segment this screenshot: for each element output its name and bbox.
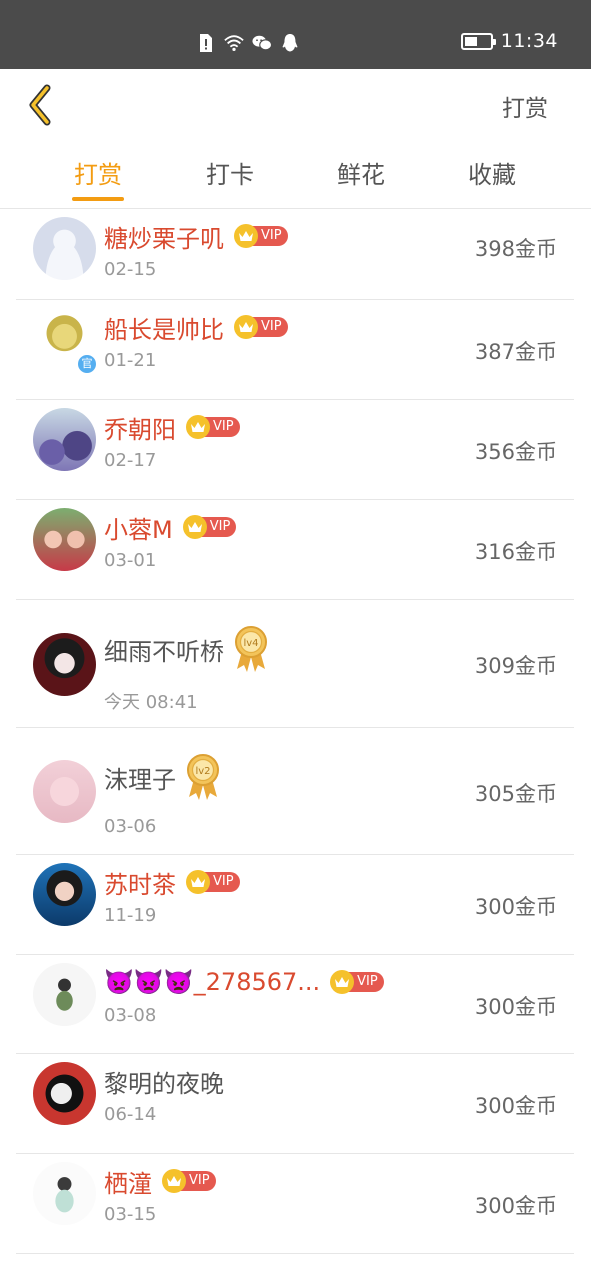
list-item[interactable]: 苏时茶 VIP 11-19 300金币 [16, 855, 574, 955]
user-name[interactable]: 糖炒栗子叽 [104, 219, 224, 254]
user-name[interactable]: 👿👿👿_278567... [104, 968, 320, 996]
status-right: 11:34 [460, 30, 558, 52]
reward-date: 03-08 [104, 1005, 157, 1026]
user-name[interactable]: 船长是帅比 [104, 310, 224, 345]
svg-text:lv4: lv4 [243, 638, 258, 649]
tab-2[interactable]: 鲜花 [311, 155, 411, 190]
crown-icon [330, 970, 355, 994]
list-item[interactable]: 小蓉M VIP 03-01 316金币 [16, 500, 574, 600]
reward-amount: 300金币 [474, 994, 557, 1019]
vip-badge: VIP [234, 224, 288, 248]
status-bar: 11:34 [0, 0, 591, 69]
vip-badge: VIP [182, 515, 237, 539]
reward-amount: 305金币 [474, 781, 557, 806]
crown-icon [186, 415, 210, 439]
crown-icon [234, 315, 258, 339]
tab-bar: 打赏 打卡 鲜花 收藏 [0, 141, 591, 209]
avatar[interactable] [33, 408, 96, 471]
level-medal-icon: lv4 [234, 625, 268, 673]
clock: 11:34 [500, 30, 558, 52]
avatar[interactable] [33, 1162, 96, 1225]
name-line: 乔朝阳 VIP [104, 408, 240, 446]
avatar[interactable] [33, 963, 96, 1026]
tab-3[interactable]: 收藏 [442, 155, 542, 190]
reward-date: 11-19 [104, 905, 157, 926]
user-name[interactable]: 细雨不听桥 [104, 632, 224, 667]
page-title: 打赏 [502, 96, 548, 122]
reward-amount: 398金币 [474, 236, 557, 261]
status-icons [196, 32, 300, 54]
name-line: 苏时茶 VIP [104, 863, 240, 901]
qq-icon [280, 33, 300, 53]
chevron-left-icon [29, 84, 51, 126]
avatar[interactable] [33, 508, 96, 571]
wechat-icon [252, 33, 272, 53]
wifi-icon [224, 33, 244, 53]
reward-date: 02-17 [104, 450, 157, 471]
back-button[interactable] [20, 81, 60, 129]
reward-amount: 300金币 [474, 895, 557, 919]
reward-date: 今天 08:41 [104, 692, 198, 713]
avatar[interactable] [33, 632, 96, 696]
vip-badge: VIP [162, 1169, 216, 1193]
vip-badge: VIP [234, 315, 288, 339]
list-item[interactable]: 👿👿👿_278567... VIP 03-08 300金币 [16, 955, 574, 1054]
user-name[interactable]: 黎明的夜晚 [104, 1064, 224, 1099]
crown-icon [162, 1169, 186, 1193]
crown-icon [186, 870, 210, 894]
official-badge: 官 [76, 353, 98, 375]
crown-icon [182, 515, 207, 539]
name-line: 沫理子 lv2 [104, 750, 220, 804]
vip-badge: VIP [186, 870, 240, 894]
reward-date: 06-14 [104, 1104, 157, 1125]
name-line: 船长是帅比 VIP [104, 308, 288, 346]
reward-list: 糖炒栗子叽 VIP 02-15 398金币官船长是帅比 VIP 01-21 387金币乔朝阳… [16, 209, 574, 1254]
name-line: 细雨不听桥 lv4 [104, 622, 268, 676]
user-name[interactable]: 苏时茶 [104, 865, 176, 900]
reward-date: 03-01 [104, 550, 157, 571]
vip-badge: VIP [186, 415, 240, 439]
reward-amount: 300金币 [474, 1094, 557, 1118]
list-item[interactable]: 官船长是帅比 VIP 01-21 387金币 [16, 300, 574, 400]
list-item[interactable]: 糖炒栗子叽 VIP 02-15 398金币 [16, 209, 574, 300]
header: 打赏 [0, 69, 591, 141]
list-item[interactable]: 沫理子 lv2 03-06 305金币 [16, 728, 574, 855]
list-item[interactable]: 细雨不听桥 lv4 今天 08:41 309金币 [16, 600, 574, 728]
tab-0[interactable]: 打赏 [48, 155, 148, 190]
level-medal-icon: lv2 [186, 753, 220, 801]
avatar[interactable] [33, 1062, 96, 1125]
reward-amount: 387金币 [474, 340, 557, 364]
reward-date: 03-15 [104, 1204, 157, 1225]
list-item[interactable]: 乔朝阳 VIP 02-17 356金币 [16, 400, 574, 500]
reward-date: 01-21 [104, 350, 157, 371]
reward-amount: 316金币 [474, 540, 557, 564]
user-name[interactable]: 栖潼 [104, 1164, 152, 1199]
name-line: 👿👿👿_278567... VIP [104, 963, 384, 1001]
vip-badge: VIP [330, 970, 384, 994]
tab-1[interactable]: 打卡 [180, 155, 280, 190]
name-line: 黎明的夜晚 [104, 1062, 224, 1100]
list-item[interactable]: 栖潼 VIP 03-15 300金币 [16, 1154, 574, 1254]
svg-text:lv2: lv2 [195, 766, 210, 777]
name-line: 糖炒栗子叽 VIP [104, 217, 288, 255]
user-name[interactable]: 沫理子 [104, 760, 176, 795]
avatar[interactable] [33, 217, 96, 280]
sim-alert-icon [196, 33, 216, 53]
list-item[interactable]: 黎明的夜晚 06-14 300金币 [16, 1054, 574, 1154]
user-name[interactable]: 小蓉M [104, 510, 173, 545]
reward-amount: 309金币 [474, 654, 557, 678]
tab-active-indicator [72, 197, 124, 201]
reward-date: 02-15 [104, 259, 157, 280]
avatar[interactable] [33, 760, 96, 823]
user-name[interactable]: 乔朝阳 [104, 410, 176, 445]
name-line: 栖潼 VIP [104, 1162, 216, 1200]
reward-amount: 300金币 [474, 1194, 557, 1218]
reward-date: 03-06 [104, 816, 157, 837]
reward-amount: 356金币 [474, 440, 557, 464]
crown-icon [234, 224, 258, 248]
battery-icon [460, 32, 496, 50]
name-line: 小蓉M VIP [104, 508, 237, 546]
avatar[interactable] [33, 863, 96, 926]
